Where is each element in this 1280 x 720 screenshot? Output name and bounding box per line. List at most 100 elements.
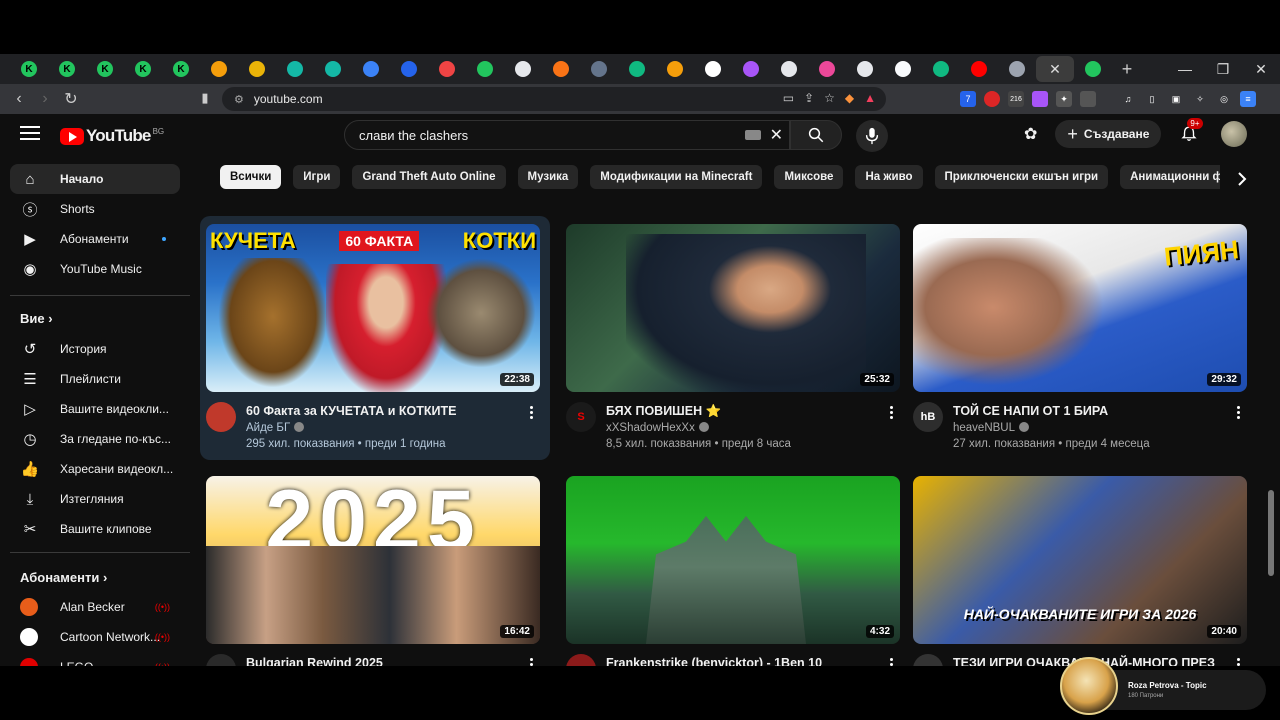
sidebar-item[interactable]: ☰ Плейлисти — [10, 364, 180, 394]
video-card[interactable]: 4:32 Frankenstrike (benvicktor) - 1Ben 10 — [566, 476, 900, 666]
video-title[interactable]: БЯХ ПОВИШЕН ⭐ — [606, 404, 721, 419]
more-actions-icon[interactable] — [890, 658, 894, 666]
close-window-button[interactable]: ✕ — [1242, 54, 1280, 84]
browser-tab[interactable] — [200, 56, 238, 82]
browser-tab[interactable] — [770, 56, 808, 82]
sidebar-item[interactable]: 👍 Харесани видеокл... — [10, 454, 180, 484]
video-card[interactable]: КУЧЕТА 60 ФАКТА КОТКИ 22:38 60 Факта за КУЧЕ… — [200, 216, 550, 460]
video-thumbnail[interactable]: НАЙ-ОЧАКВАНИТЕ ИГРИ ЗА 2026 20:40 — [913, 476, 1247, 644]
browser-tab[interactable] — [542, 56, 580, 82]
video-card[interactable]: 25:32 S БЯХ ПОВИШЕН ⭐ xXShadowHexXx 8,5 хил.… — [566, 224, 900, 464]
channel-avatar[interactable]: S — [566, 402, 596, 432]
channel-name[interactable]: Айде БГ — [246, 422, 305, 434]
filter-chip[interactable]: Анимационни филми — [1120, 165, 1220, 189]
cast-device-icon[interactable]: ✿ — [1024, 124, 1037, 144]
youtube-logo[interactable]: YouTube BG — [60, 126, 164, 146]
video-title[interactable]: Bulgarian Rewind 2025 — [246, 656, 383, 666]
sidebar-subscriptions-heading[interactable]: Абонаменти › — [20, 570, 107, 585]
video-thumbnail[interactable]: ПИЯН 29:32 — [913, 224, 1247, 392]
extension-badge-icon[interactable]: 216 — [1008, 91, 1024, 107]
video-title[interactable]: ТОЙ СЕ НАПИ ОТ 1 БИРА — [953, 404, 1108, 418]
vpn-icon[interactable]: ◎ — [1216, 91, 1232, 107]
browser-tab[interactable] — [504, 56, 542, 82]
browser-tab[interactable] — [352, 56, 390, 82]
puzzle-icon[interactable]: ✦ — [1056, 91, 1072, 107]
sidebar-item[interactable]: ▶ Абонаменти — [10, 224, 180, 254]
browser-tab[interactable]: K — [86, 56, 124, 82]
sidebar-item[interactable]: ⤓ Изтегляния — [10, 484, 180, 514]
sidebar-item[interactable]: ↺ История — [10, 334, 180, 364]
extension-icon[interactable] — [1080, 91, 1096, 107]
sidebar-subscription-item[interactable]: Cartoon Network... ((•)) — [10, 622, 180, 652]
back-button[interactable]: ‹ — [6, 90, 32, 108]
channel-avatar[interactable] — [566, 654, 596, 666]
video-card[interactable]: ПИЯН 29:32 hB ТОЙ СЕ НАПИ ОТ 1 БИРА heaveNBU… — [913, 224, 1247, 464]
filter-chip[interactable]: На живо — [855, 165, 923, 189]
video-thumbnail[interactable]: 2025 16:42 — [206, 476, 540, 644]
more-actions-icon[interactable] — [890, 406, 894, 421]
browser-tab-active[interactable]: ✕ — [1036, 56, 1074, 82]
close-tab-icon[interactable]: ✕ — [1049, 61, 1061, 78]
menu-icon[interactable] — [20, 126, 40, 144]
cast-icon[interactable]: ▭ — [783, 91, 794, 105]
channel-avatar[interactable] — [913, 654, 943, 666]
sidebar-subscription-item[interactable]: Alan Becker ((•)) — [10, 592, 180, 622]
search-input[interactable]: слави the clashers ✕ — [344, 120, 790, 150]
brave-rewards-icon[interactable]: ▲ — [864, 91, 876, 105]
video-title[interactable]: 60 Факта за КУЧЕТАТА и КОТКИТЕ — [246, 404, 456, 418]
extension-icon[interactable] — [984, 91, 1000, 107]
browser-tab[interactable]: K — [124, 56, 162, 82]
menu-icon[interactable]: ≡ — [1240, 91, 1256, 107]
bookmark-icon[interactable]: ▮ — [192, 90, 218, 106]
browser-tab[interactable] — [656, 56, 694, 82]
account-avatar[interactable] — [1221, 121, 1248, 147]
extension-icon[interactable]: 7 — [960, 91, 976, 107]
browser-tab[interactable] — [618, 56, 656, 82]
extension-icon[interactable] — [1032, 91, 1048, 107]
voice-search-button[interactable] — [856, 120, 888, 152]
site-info-icon[interactable]: ⚙ — [234, 93, 244, 106]
channel-avatar[interactable] — [206, 402, 236, 432]
browser-tab[interactable] — [238, 56, 276, 82]
browser-tab[interactable] — [580, 56, 618, 82]
video-title[interactable]: Frankenstrike (benvicktor) - 1Ben 10 — [606, 656, 822, 666]
sidebar-you-heading[interactable]: Вие › — [20, 311, 53, 326]
sidebar-item[interactable]: ▷ Вашите видеокли... — [10, 394, 180, 424]
maximize-button[interactable]: ❐ — [1204, 54, 1242, 84]
video-thumbnail[interactable]: КУЧЕТА 60 ФАКТА КОТКИ 22:38 — [206, 224, 540, 392]
minimize-button[interactable]: — — [1166, 54, 1204, 84]
filter-chip[interactable]: Музика — [517, 165, 579, 189]
browser-tab[interactable] — [694, 56, 732, 82]
new-tab-button[interactable]: + — [1112, 59, 1142, 80]
share-icon[interactable]: ⇪ — [804, 91, 814, 105]
browser-tab[interactable] — [998, 56, 1036, 82]
video-thumbnail[interactable]: 25:32 — [566, 224, 900, 392]
filter-chip[interactable]: Миксове — [774, 165, 844, 189]
browser-tab[interactable] — [732, 56, 770, 82]
sidebar-item[interactable]: ⓢ Shorts — [10, 194, 180, 224]
browser-tab[interactable] — [466, 56, 504, 82]
browser-tab[interactable] — [390, 56, 428, 82]
browser-tab[interactable] — [846, 56, 884, 82]
notifications-button[interactable]: 9+ — [1177, 118, 1203, 146]
browser-tab[interactable] — [428, 56, 466, 82]
browser-tab[interactable]: K — [162, 56, 200, 82]
keyboard-icon[interactable] — [745, 130, 761, 140]
brave-shield-icon[interactable]: ◆ — [845, 91, 854, 105]
search-button[interactable] — [790, 120, 842, 150]
filter-chip[interactable]: Grand Theft Auto Online — [352, 165, 506, 189]
wallet-icon[interactable]: ▣ — [1168, 91, 1184, 107]
browser-tab[interactable] — [314, 56, 352, 82]
channel-name[interactable]: heaveNBUL — [953, 422, 1030, 434]
more-actions-icon[interactable] — [530, 658, 534, 666]
browser-tab[interactable] — [1074, 56, 1112, 82]
filter-chip[interactable]: Игри — [293, 165, 341, 189]
more-actions-icon[interactable] — [1237, 406, 1241, 421]
video-card[interactable]: 2025 16:42 Bulgarian Rewind 2025 — [206, 476, 540, 666]
sidebar-item[interactable]: ◷ За гледане по-къс... — [10, 424, 180, 454]
channel-avatar[interactable]: hB — [913, 402, 943, 432]
star-icon[interactable]: ☆ — [824, 91, 835, 105]
browser-tab[interactable] — [960, 56, 998, 82]
sidebar-subscription-item[interactable]: LEGO((•)) — [10, 652, 180, 666]
reload-button[interactable]: ↻ — [58, 89, 84, 109]
